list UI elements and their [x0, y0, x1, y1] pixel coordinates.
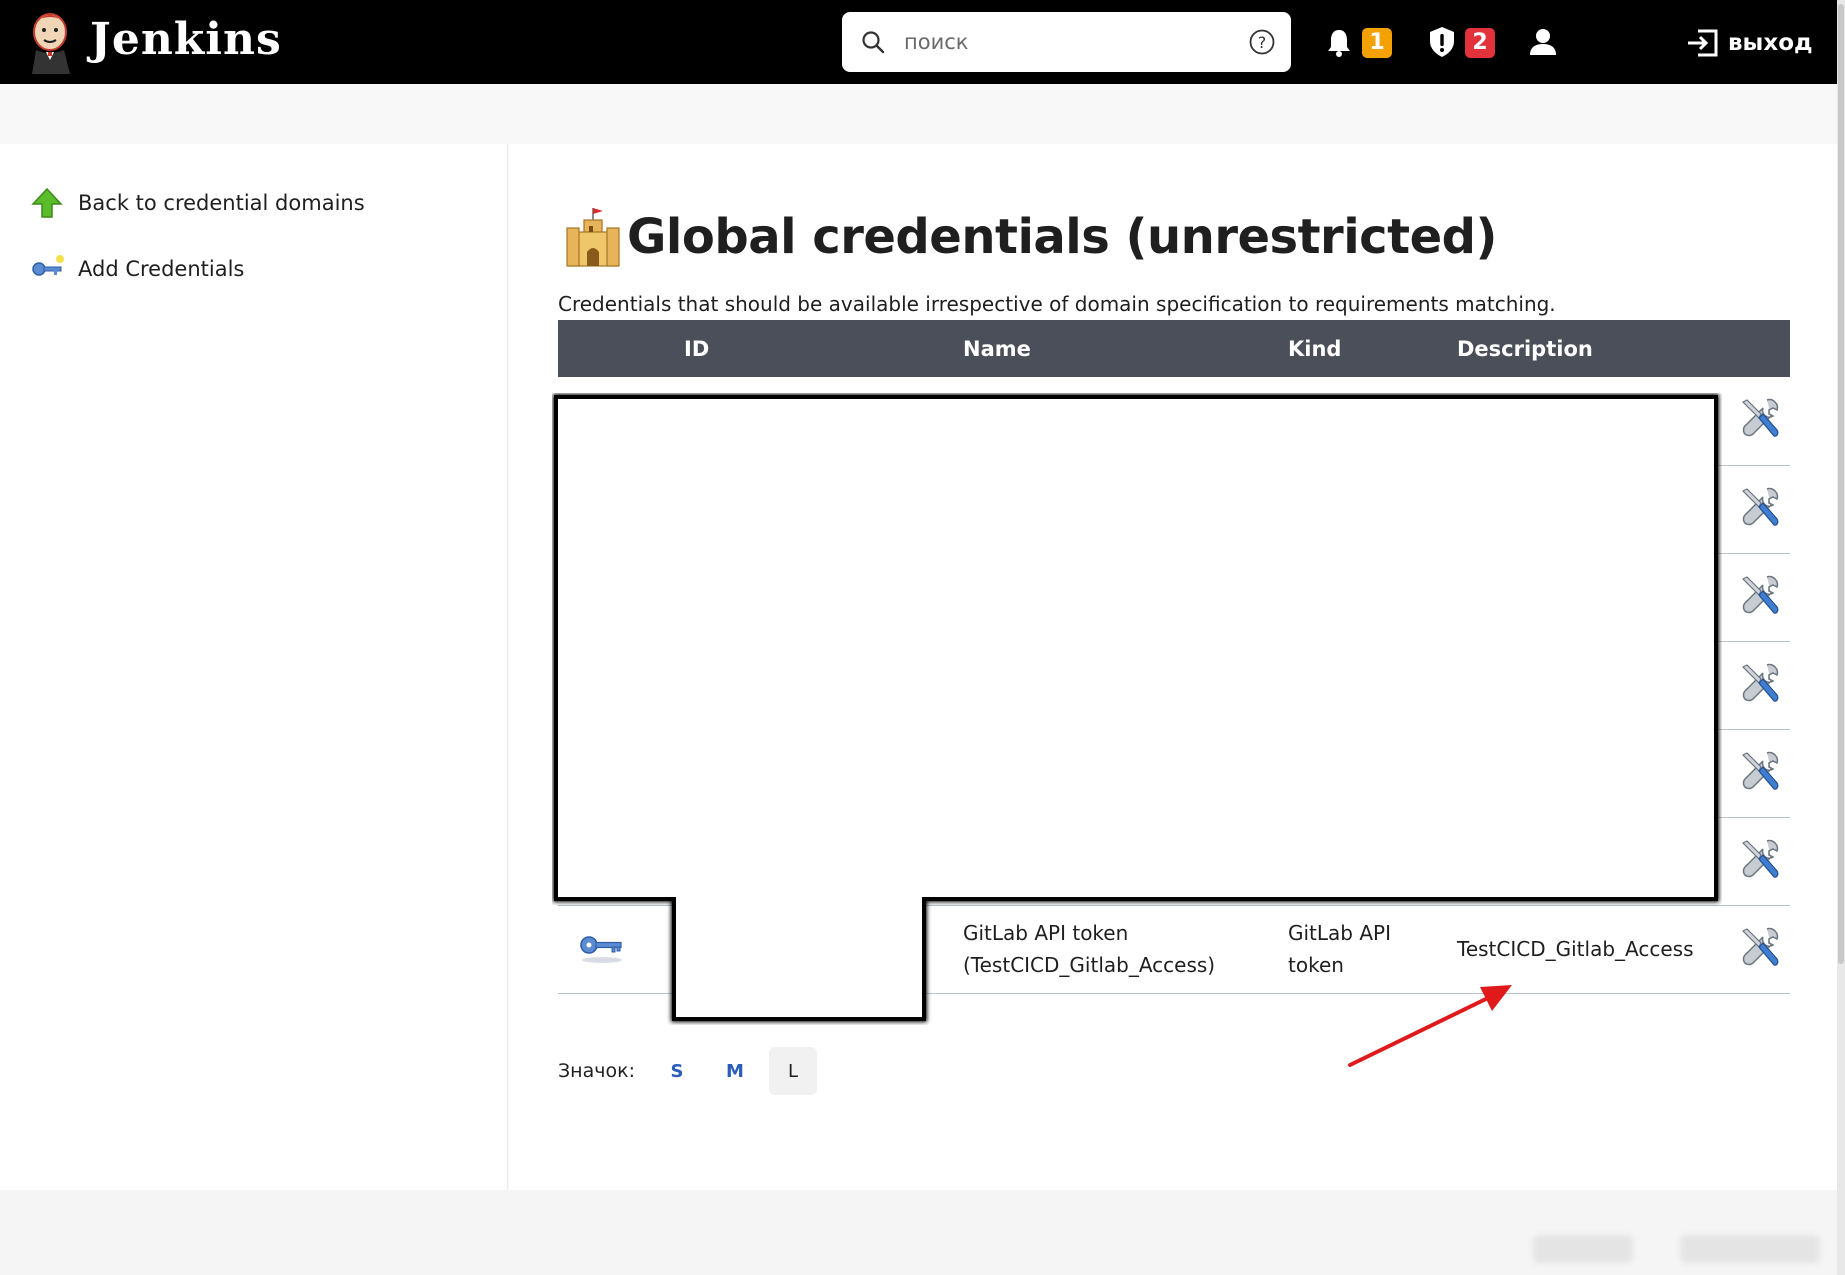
sidebar: Back to credential domains Add Credentia… [0, 144, 508, 1190]
redaction-overlay [553, 394, 1719, 1022]
icon-size-selector: Значок: S M L [558, 1047, 827, 1095]
search-input[interactable] [904, 22, 1204, 62]
castle-icon [566, 208, 620, 267]
configure-icon[interactable] [1737, 661, 1781, 710]
header-name[interactable]: Name [963, 320, 1288, 377]
configure-icon[interactable] [1737, 925, 1781, 974]
page-scrollbar[interactable] [1837, 0, 1845, 1275]
logout-button[interactable]: выход [1686, 26, 1813, 60]
page-description: Credentials that should be available irr… [558, 292, 1556, 316]
footer [0, 1190, 1837, 1275]
header-id[interactable]: ID [684, 320, 963, 377]
scrollbar-thumb[interactable] [1838, 4, 1844, 964]
breadcrumb-bar [0, 84, 1837, 144]
key-add-icon [32, 255, 64, 276]
user-icon[interactable] [1529, 28, 1557, 56]
page-heading: Global credentials (unrestricted) [565, 206, 1497, 268]
arrow-up-icon [31, 187, 63, 218]
back-to-credential-domains-label: Back to credential domains [78, 191, 365, 215]
search-box: ? [842, 12, 1291, 72]
icon-size-m[interactable]: M [711, 1047, 759, 1095]
top-navbar: Jenkins ? 1 2 выход [0, 0, 1837, 84]
add-credentials-label: Add Credentials [78, 257, 245, 281]
back-to-credential-domains-link[interactable]: Back to credential domains [30, 186, 365, 220]
icon-size-l[interactable]: L [768, 1047, 817, 1095]
logout-icon [1688, 29, 1718, 57]
footer-version-link[interactable] [1680, 1235, 1820, 1263]
header-kind[interactable]: Kind [1288, 320, 1457, 377]
search-icon [862, 31, 885, 54]
annotation-arrow [1348, 985, 1512, 1067]
configure-icon[interactable] [1737, 485, 1781, 534]
configure-icon[interactable] [1737, 573, 1781, 622]
header-icon-col [558, 320, 684, 377]
configure-icon[interactable] [1737, 396, 1781, 445]
footer-rest-api-link[interactable] [1533, 1235, 1633, 1263]
table-header-row: ID Name Kind Description [558, 320, 1790, 377]
logout-label: выход [1728, 30, 1813, 56]
help-icon[interactable]: ? [1248, 28, 1276, 56]
header-actions [1725, 320, 1790, 377]
configure-icon[interactable] [1737, 749, 1781, 798]
page-title: Global credentials (unrestricted) [627, 209, 1497, 265]
configure-icon[interactable] [1737, 837, 1781, 886]
security-badge[interactable]: 2 [1465, 28, 1495, 58]
shield-icon[interactable] [1428, 26, 1456, 58]
bell-icon[interactable] [1326, 28, 1352, 58]
header-description[interactable]: Description [1457, 320, 1725, 377]
icon-size-s[interactable]: S [653, 1047, 701, 1095]
svg-text:?: ? [1258, 33, 1267, 52]
jenkins-logo-icon[interactable] [26, 10, 76, 74]
icon-size-label: Значок: [558, 1060, 635, 1082]
notifications-badge[interactable]: 1 [1362, 28, 1392, 58]
add-credentials-link[interactable]: Add Credentials [30, 252, 244, 286]
brand-name[interactable]: Jenkins [90, 12, 282, 68]
